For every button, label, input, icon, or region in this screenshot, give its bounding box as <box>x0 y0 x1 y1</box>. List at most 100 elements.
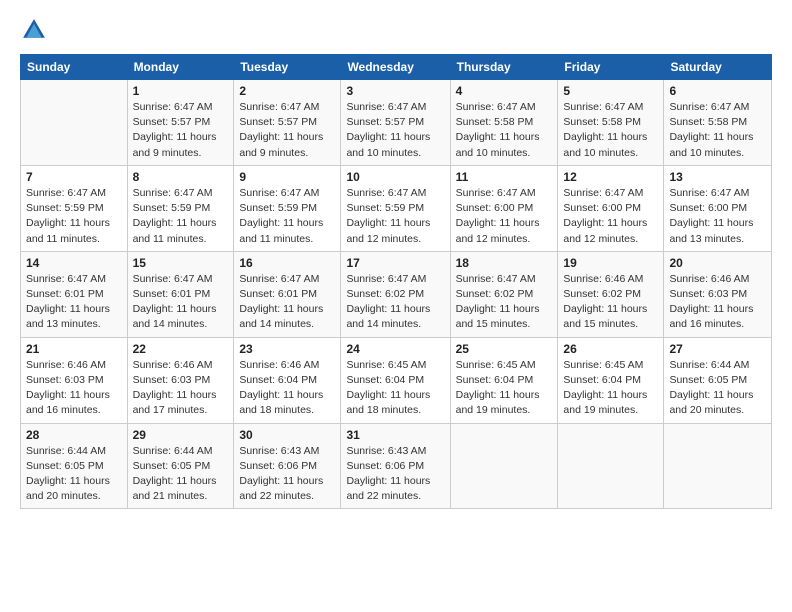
calendar-cell: 5Sunrise: 6:47 AMSunset: 5:58 PMDaylight… <box>558 80 664 166</box>
day-info: Sunrise: 6:45 AMSunset: 6:04 PMDaylight:… <box>456 358 553 419</box>
week-row-3: 14Sunrise: 6:47 AMSunset: 6:01 PMDayligh… <box>21 251 772 337</box>
logo <box>20 16 52 44</box>
day-info: Sunrise: 6:43 AMSunset: 6:06 PMDaylight:… <box>346 444 444 505</box>
day-info: Sunrise: 6:47 AMSunset: 6:01 PMDaylight:… <box>26 272 122 333</box>
calendar-cell: 19 Sunrise: 6:46 AMSunset: 6:02 PMDayligh… <box>558 251 664 337</box>
calendar-cell: 25 Sunrise: 6:45 AMSunset: 6:04 PMDayligh… <box>450 337 558 423</box>
day-info: Sunrise: 6:43 AMSunset: 6:06 PMDaylight:… <box>239 444 335 505</box>
calendar-cell: 10 Sunrise: 6:47 AMSunset: 5:59 PMDayligh… <box>341 165 450 251</box>
calendar-cell: 22 Sunrise: 6:46 AMSunset: 6:03 PMDayligh… <box>127 337 234 423</box>
day-number: 24 <box>346 342 444 356</box>
week-row-1: 1 Sunrise: 6:47 AMSunset: 5:57 PMDaylight… <box>21 80 772 166</box>
header <box>20 16 772 44</box>
day-info: Sunrise: 6:45 AMSunset: 6:04 PMDaylight:… <box>346 358 444 419</box>
day-info: Sunrise: 6:47 AMSunset: 5:59 PMDaylight:… <box>239 186 335 247</box>
calendar-cell: 26 Sunrise: 6:45 AMSunset: 6:04 PMDayligh… <box>558 337 664 423</box>
day-number: 10 <box>346 170 444 184</box>
calendar-cell: 24 Sunrise: 6:45 AMSunset: 6:04 PMDayligh… <box>341 337 450 423</box>
day-number: 29 <box>133 428 229 442</box>
day-info: Sunrise: 6:44 AMSunset: 6:05 PMDaylight:… <box>133 444 229 505</box>
calendar-cell: 20Sunrise: 6:46 AMSunset: 6:03 PMDayligh… <box>664 251 772 337</box>
calendar-cell: 2 Sunrise: 6:47 AMSunset: 5:57 PMDaylight… <box>234 80 341 166</box>
day-info: Sunrise: 6:47 AMSunset: 5:59 PMDaylight:… <box>26 186 122 247</box>
calendar-cell: 12Sunrise: 6:47 AMSunset: 6:00 PMDayligh… <box>558 165 664 251</box>
page: SundayMondayTuesdayWednesdayThursdayFrid… <box>0 0 792 612</box>
calendar-cell: 4Sunrise: 6:47 AMSunset: 5:58 PMDaylight… <box>450 80 558 166</box>
header-friday: Friday <box>558 55 664 80</box>
day-number: 2 <box>239 84 335 98</box>
day-number: 21 <box>26 342 122 356</box>
header-saturday: Saturday <box>664 55 772 80</box>
calendar-body: 1 Sunrise: 6:47 AMSunset: 5:57 PMDaylight… <box>21 80 772 509</box>
day-info: Sunrise: 6:46 AMSunset: 6:04 PMDaylight:… <box>239 358 335 419</box>
week-row-4: 21 Sunrise: 6:46 AMSunset: 6:03 PMDayligh… <box>21 337 772 423</box>
calendar: SundayMondayTuesdayWednesdayThursdayFrid… <box>20 54 772 509</box>
calendar-cell: 8 Sunrise: 6:47 AMSunset: 5:59 PMDaylight… <box>127 165 234 251</box>
day-info: Sunrise: 6:47 AMSunset: 6:02 PMDaylight:… <box>456 272 553 333</box>
day-number: 11 <box>456 170 553 184</box>
calendar-cell: 31 Sunrise: 6:43 AMSunset: 6:06 PMDayligh… <box>341 423 450 509</box>
day-info: Sunrise: 6:47 AMSunset: 5:58 PMDaylight:… <box>563 100 658 161</box>
day-info: Sunrise: 6:45 AMSunset: 6:04 PMDaylight:… <box>563 358 658 419</box>
week-row-2: 7 Sunrise: 6:47 AMSunset: 5:59 PMDaylight… <box>21 165 772 251</box>
day-number: 13 <box>669 170 766 184</box>
day-number: 3 <box>346 84 444 98</box>
day-info: Sunrise: 6:46 AMSunset: 6:03 PMDaylight:… <box>133 358 229 419</box>
calendar-cell: 18 Sunrise: 6:47 AMSunset: 6:02 PMDayligh… <box>450 251 558 337</box>
calendar-cell: 28 Sunrise: 6:44 AMSunset: 6:05 PMDayligh… <box>21 423 128 509</box>
day-info: Sunrise: 6:47 AMSunset: 6:00 PMDaylight:… <box>563 186 658 247</box>
day-info: Sunrise: 6:47 AMSunset: 6:00 PMDaylight:… <box>669 186 766 247</box>
day-info: Sunrise: 6:47 AMSunset: 5:57 PMDaylight:… <box>239 100 335 161</box>
day-info: Sunrise: 6:47 AMSunset: 5:59 PMDaylight:… <box>346 186 444 247</box>
day-number: 31 <box>346 428 444 442</box>
day-number: 22 <box>133 342 229 356</box>
calendar-cell: 13 Sunrise: 6:47 AMSunset: 6:00 PMDayligh… <box>664 165 772 251</box>
day-number: 9 <box>239 170 335 184</box>
day-number: 30 <box>239 428 335 442</box>
day-info: Sunrise: 6:47 AMSunset: 5:57 PMDaylight:… <box>133 100 229 161</box>
calendar-header: SundayMondayTuesdayWednesdayThursdayFrid… <box>21 55 772 80</box>
day-number: 4 <box>456 84 553 98</box>
calendar-cell: 16 Sunrise: 6:47 AMSunset: 6:01 PMDayligh… <box>234 251 341 337</box>
day-number: 7 <box>26 170 122 184</box>
day-info: Sunrise: 6:46 AMSunset: 6:03 PMDaylight:… <box>669 272 766 333</box>
day-number: 18 <box>456 256 553 270</box>
day-info: Sunrise: 6:44 AMSunset: 6:05 PMDaylight:… <box>26 444 122 505</box>
day-info: Sunrise: 6:47 AMSunset: 5:59 PMDaylight:… <box>133 186 229 247</box>
calendar-cell: 17Sunrise: 6:47 AMSunset: 6:02 PMDayligh… <box>341 251 450 337</box>
day-number: 28 <box>26 428 122 442</box>
calendar-cell: 14Sunrise: 6:47 AMSunset: 6:01 PMDayligh… <box>21 251 128 337</box>
day-number: 26 <box>563 342 658 356</box>
day-info: Sunrise: 6:46 AMSunset: 6:02 PMDaylight:… <box>563 272 658 333</box>
calendar-cell <box>664 423 772 509</box>
calendar-cell: 21Sunrise: 6:46 AMSunset: 6:03 PMDayligh… <box>21 337 128 423</box>
day-info: Sunrise: 6:47 AMSunset: 6:01 PMDaylight:… <box>239 272 335 333</box>
calendar-cell: 11 Sunrise: 6:47 AMSunset: 6:00 PMDayligh… <box>450 165 558 251</box>
day-number: 23 <box>239 342 335 356</box>
day-info: Sunrise: 6:44 AMSunset: 6:05 PMDaylight:… <box>669 358 766 419</box>
header-monday: Monday <box>127 55 234 80</box>
day-number: 16 <box>239 256 335 270</box>
calendar-cell: 27Sunrise: 6:44 AMSunset: 6:05 PMDayligh… <box>664 337 772 423</box>
logo-icon <box>20 16 48 44</box>
day-info: Sunrise: 6:47 AMSunset: 6:02 PMDaylight:… <box>346 272 444 333</box>
calendar-cell: 7 Sunrise: 6:47 AMSunset: 5:59 PMDaylight… <box>21 165 128 251</box>
day-number: 25 <box>456 342 553 356</box>
calendar-cell: 1 Sunrise: 6:47 AMSunset: 5:57 PMDaylight… <box>127 80 234 166</box>
day-number: 1 <box>133 84 229 98</box>
calendar-cell <box>450 423 558 509</box>
calendar-cell: 29 Sunrise: 6:44 AMSunset: 6:05 PMDayligh… <box>127 423 234 509</box>
calendar-cell: 9 Sunrise: 6:47 AMSunset: 5:59 PMDaylight… <box>234 165 341 251</box>
calendar-cell: 6Sunrise: 6:47 AMSunset: 5:58 PMDaylight… <box>664 80 772 166</box>
calendar-cell: 3Sunrise: 6:47 AMSunset: 5:57 PMDaylight… <box>341 80 450 166</box>
calendar-cell <box>558 423 664 509</box>
day-number: 19 <box>563 256 658 270</box>
day-number: 8 <box>133 170 229 184</box>
header-sunday: Sunday <box>21 55 128 80</box>
calendar-cell: 30 Sunrise: 6:43 AMSunset: 6:06 PMDayligh… <box>234 423 341 509</box>
header-wednesday: Wednesday <box>341 55 450 80</box>
calendar-cell: 15Sunrise: 6:47 AMSunset: 6:01 PMDayligh… <box>127 251 234 337</box>
day-info: Sunrise: 6:47 AMSunset: 6:00 PMDaylight:… <box>456 186 553 247</box>
calendar-cell: 23 Sunrise: 6:46 AMSunset: 6:04 PMDayligh… <box>234 337 341 423</box>
day-info: Sunrise: 6:47 AMSunset: 5:58 PMDaylight:… <box>669 100 766 161</box>
